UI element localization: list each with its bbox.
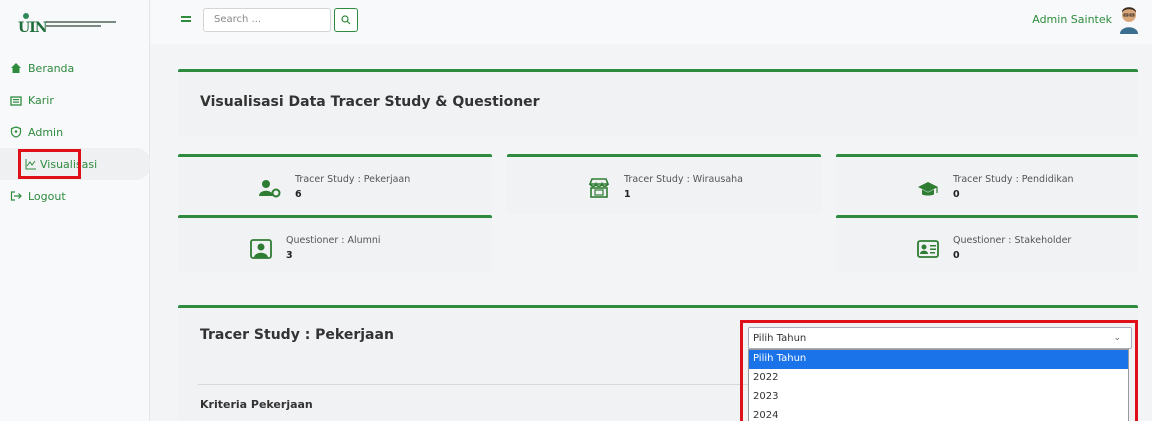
sidebar-item-label: Karir <box>28 93 54 107</box>
logo-mark-icon: UIN <box>18 13 48 36</box>
store-icon <box>587 177 611 199</box>
home-icon <box>9 62 22 75</box>
uin-logo[interactable]: UIN <box>18 10 128 38</box>
chevron-down-icon: ⌄ <box>1113 333 1121 343</box>
year-select-value: Pilih Tahun <box>753 333 807 344</box>
user-gear-icon <box>258 177 282 199</box>
stat-value: 0 <box>953 250 960 261</box>
section-subheading: Kriteria Pekerjaan <box>200 398 313 411</box>
page-title: Visualisasi Data Tracer Study & Question… <box>200 94 540 110</box>
year-option[interactable]: 2022 <box>749 369 1128 388</box>
search-icon <box>341 15 351 25</box>
search-input[interactable]: Search ... <box>203 8 331 32</box>
user-board-icon <box>249 238 273 260</box>
year-options-list: Pilih Tahun 2022 2023 2024 <box>748 349 1129 421</box>
sidebar-item-admin[interactable]: Admin <box>0 116 150 148</box>
divider <box>198 384 758 385</box>
sidebar: UIN Beranda Karir Admin Visualisasi Logo… <box>0 0 150 421</box>
sidebar-item-label: Admin <box>28 125 64 139</box>
sidebar-item-visualisasi[interactable]: Visualisasi <box>0 148 150 180</box>
menu-toggle-icon[interactable] <box>181 16 191 24</box>
stat-card-pekerjaan: Tracer Study : Pekerjaan 6 <box>178 154 492 214</box>
logo-text <box>46 21 116 27</box>
stat-card-stakeholder: Questioner : Stakeholder 0 <box>836 215 1138 272</box>
graduation-cap-icon <box>916 179 940 201</box>
stat-label: Tracer Study : Wirausaha <box>624 174 743 185</box>
section-title: Tracer Study : Pekerjaan <box>200 327 394 343</box>
year-option[interactable]: 2023 <box>749 388 1128 407</box>
stat-card-alumni: Questioner : Alumni 3 <box>178 215 492 272</box>
year-option[interactable]: 2024 <box>749 407 1128 421</box>
sidebar-nav: Beranda Karir Admin Visualisasi Logout <box>0 52 150 212</box>
stat-label: Questioner : Stakeholder <box>953 235 1072 246</box>
briefcase-icon <box>9 94 22 107</box>
stat-card-pendidikan: Tracer Study : Pendidikan 0 <box>836 154 1138 214</box>
shield-icon <box>9 126 22 139</box>
stat-value: 3 <box>286 250 293 261</box>
search-button[interactable] <box>334 8 358 32</box>
stat-label: Tracer Study : Pendidikan <box>953 174 1074 185</box>
stat-card-wirausaha: Tracer Study : Wirausaha 1 <box>507 154 821 214</box>
year-option[interactable]: Pilih Tahun <box>749 350 1128 369</box>
id-card-icon <box>916 238 940 260</box>
stat-label: Questioner : Alumni <box>286 235 381 246</box>
sidebar-item-label: Beranda <box>28 61 75 75</box>
sidebar-item-logout[interactable]: Logout <box>0 180 150 212</box>
stat-value: 1 <box>624 189 631 200</box>
logout-icon <box>9 190 22 203</box>
page-header-card: Visualisasi Data Tracer Study & Question… <box>178 69 1138 136</box>
sidebar-item-beranda[interactable]: Beranda <box>0 52 150 84</box>
user-name[interactable]: Admin Saintek <box>1032 13 1112 26</box>
stat-value: 6 <box>295 189 302 200</box>
stat-label: Tracer Study : Pekerjaan <box>295 174 411 185</box>
year-select[interactable]: Pilih Tahun ⌄ <box>748 327 1132 349</box>
chart-icon <box>24 158 37 171</box>
avatar[interactable] <box>1118 6 1140 34</box>
topbar: Search ... Admin Saintek <box>151 0 1152 44</box>
sidebar-item-karir[interactable]: Karir <box>0 84 150 116</box>
sidebar-item-label: Logout <box>28 189 66 203</box>
stat-value: 0 <box>953 189 960 200</box>
